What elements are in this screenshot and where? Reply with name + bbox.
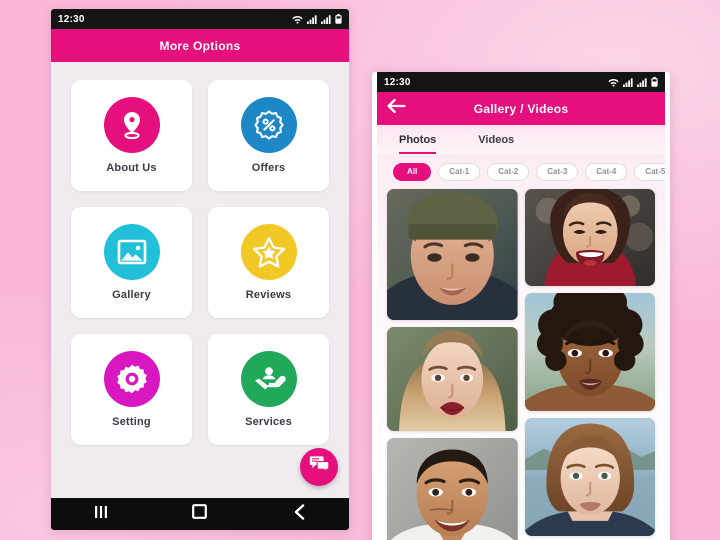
tile-services[interactable]: Services [208,334,329,445]
chip-cat-3[interactable]: Cat-3 [536,163,579,181]
status-bar-icons [608,77,658,87]
options-grid-body: About Us Offers Gallery Reviews Setting … [51,62,349,497]
signal-icon [307,14,317,24]
status-bar: 12:30 [377,72,665,92]
options-tile-grid: About Us Offers Gallery Reviews Setting … [71,80,329,445]
tile-label: Gallery [112,289,151,301]
app-bar: More Options [51,29,349,62]
home-square-icon [192,504,208,524]
status-bar: 12:30 [51,9,349,29]
gallery-tabs: Photos Videos [377,125,665,154]
wifi-icon [292,15,303,24]
tile-about-us[interactable]: About Us [71,80,192,191]
battery-icon [335,14,342,24]
photo-curly-hair-woman[interactable] [524,293,655,411]
right-phone-screen: 12:30 Gallery / Videos Photos Videos All… [377,72,665,540]
photo-blonde-woman-red-lips[interactable] [387,327,518,431]
page-title: More Options [159,38,241,53]
recents-button[interactable] [81,498,121,530]
tile-setting[interactable]: Setting [71,334,192,445]
signal-icon [321,14,331,24]
photo-column-left [387,189,518,540]
tile-label: Setting [112,416,151,428]
left-phone-screen: 12:30 More Options About Us Offers Galle… [51,9,349,530]
service-hand-icon [240,351,297,407]
recents-icon [94,505,108,524]
gear-icon [103,351,160,407]
tile-label: About Us [106,162,157,174]
chip-cat-1[interactable]: Cat-1 [438,163,481,181]
signal-icon [637,77,647,87]
tile-reviews[interactable]: Reviews [208,207,329,318]
tab-videos[interactable]: Videos [478,134,514,154]
tile-label: Reviews [245,289,292,301]
tile-gallery[interactable]: Gallery [71,207,192,318]
tab-photos[interactable]: Photos [399,134,437,154]
app-bar: Gallery / Videos [377,92,665,125]
photo-short-hair-woman-lake[interactable] [524,418,655,536]
discount-badge-icon [240,97,297,153]
tile-label: Offers [251,162,286,174]
photo-smiling-man-white-shirt[interactable] [387,438,518,540]
wifi-icon [608,78,619,87]
android-nav-bar [51,497,349,530]
chat-fab-button[interactable] [300,448,338,486]
back-button[interactable] [279,498,319,530]
photo-masonry-grid [377,189,665,540]
photo-column-right [524,189,655,536]
image-icon [103,224,160,280]
back-arrow-button[interactable] [386,98,406,119]
chip-cat-2[interactable]: Cat-2 [487,163,530,181]
photo-laughing-woman-red-top[interactable] [524,189,655,286]
status-bar-clock: 12:30 [384,76,411,88]
page-title: Gallery / Videos [473,101,569,116]
chat-bubble-icon [309,455,330,479]
signal-icon [623,77,633,87]
battery-icon [651,77,658,87]
chip-all[interactable]: All [393,163,432,181]
status-bar-clock: 12:30 [58,13,85,25]
left-phone-mockup: 12:30 More Options About Us Offers Galle… [51,9,349,530]
star-icon [240,224,297,280]
chip-cat-4[interactable]: Cat-4 [585,163,628,181]
tile-offers[interactable]: Offers [208,80,329,191]
location-pin-icon [103,97,160,153]
tile-label: Services [245,416,292,428]
back-arrow-icon [386,98,406,118]
back-chevron-icon [293,503,306,525]
category-chip-row[interactable]: All Cat-1 Cat-2 Cat-3 Cat-4 Cat-5 Cat-6 [377,154,665,189]
home-button[interactable] [180,498,220,530]
chip-cat-5[interactable]: Cat-5 [634,163,665,181]
status-bar-icons [292,14,342,24]
right-phone-mockup: 12:30 Gallery / Videos Photos Videos All… [372,72,670,540]
promo-scene: 12:30 More Options About Us Offers Galle… [0,0,720,540]
gallery-body: Photos Videos All Cat-1 Cat-2 Cat-3 Cat-… [377,125,665,540]
photo-young-man-beanie[interactable] [387,189,518,320]
